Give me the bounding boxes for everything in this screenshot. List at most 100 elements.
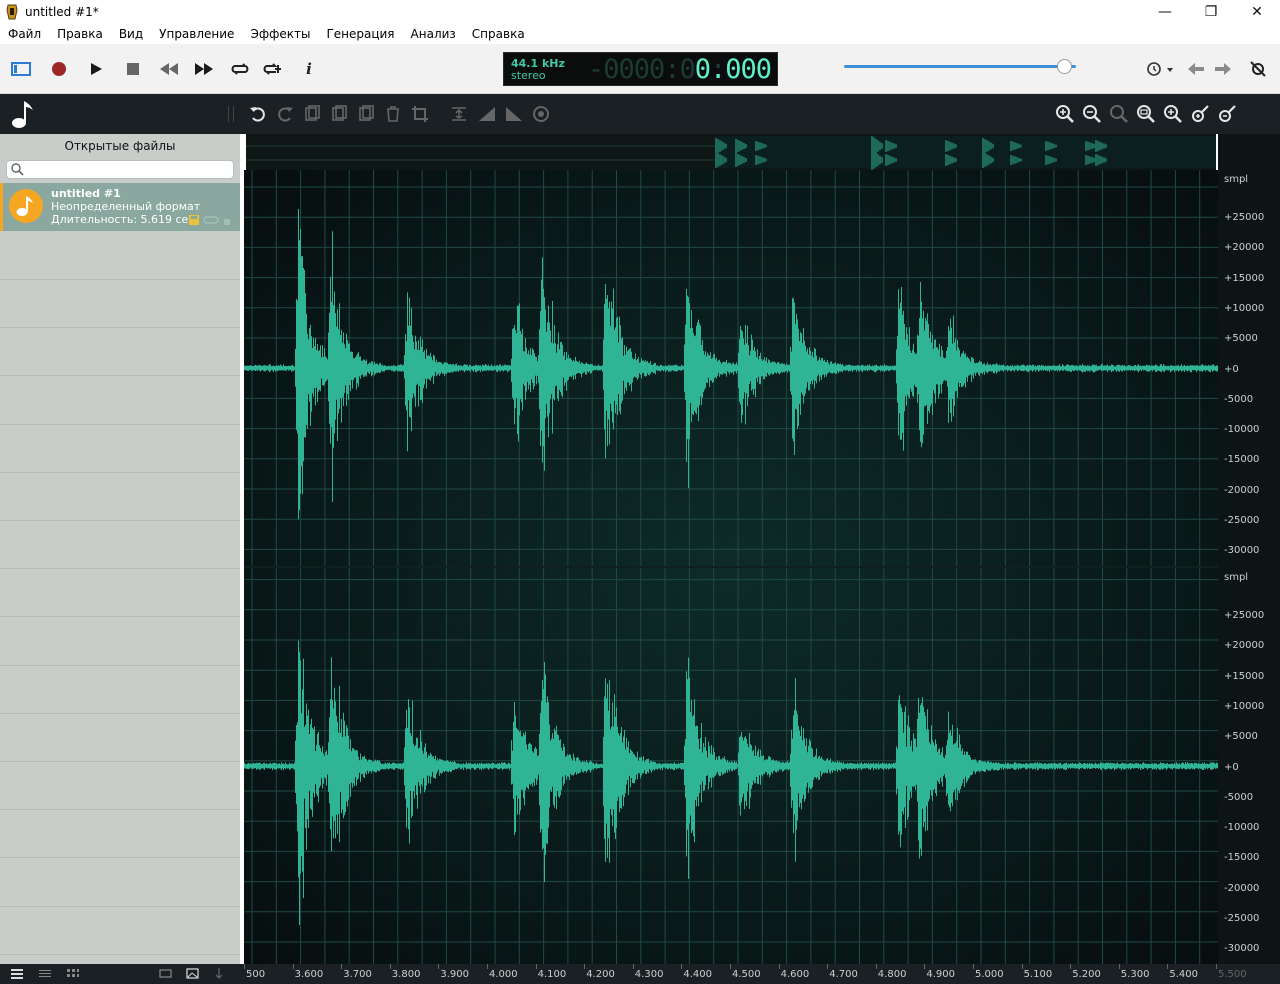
scale-tick-label: -10000 [1224,424,1260,436]
timeline-tick [1021,964,1023,969]
fade-in-button[interactable] [476,103,498,125]
timeline-tick-label: 3.700 [343,969,372,980]
timeline-tick [389,964,391,969]
scale-tick-label: -15000 [1224,852,1260,864]
play-button[interactable] [83,56,109,82]
waveform-view[interactable] [244,170,1218,964]
crop-button[interactable] [409,103,431,125]
timeline-tick-label: 500 [246,969,266,980]
zoom-fit-button[interactable] [1108,103,1130,125]
maximize-button[interactable]: ❐ [1188,0,1234,24]
timeline-tick [1070,964,1072,969]
menu-file[interactable]: Файл [2,27,47,41]
scale-tick-label: -20000 [1224,882,1260,894]
delete-button[interactable] [382,103,404,125]
stop-button[interactable] [120,56,146,82]
file-list-row-divider [0,568,240,569]
timeline-tick-label: 4.800 [877,969,907,980]
zoom-out-button[interactable] [1081,103,1103,125]
scale-tick-label: +15000 [1224,272,1265,284]
undo-button[interactable] [247,103,269,125]
menu-control[interactable]: Управление [153,27,240,41]
file-list-row-divider [0,616,240,617]
rewind-button[interactable] [156,56,182,82]
menu-help[interactable]: Справка [466,27,531,41]
link-files-icon[interactable] [159,968,172,979]
view-toggle-icon [11,62,31,76]
file-list-item[interactable]: untitled #1 Неопределенный формат Длител… [0,183,240,231]
stop-icon [127,63,139,75]
settings-off-button[interactable] [1245,56,1271,82]
timeline-tick [341,964,343,969]
zoom-fit-icon [1110,105,1128,123]
view-toggle-button[interactable] [8,56,34,82]
waveform-overview[interactable] [246,134,1216,170]
waveform-canvas [244,170,1218,964]
forward-button[interactable] [1210,56,1236,82]
zoom-in-button[interactable] [1054,103,1076,125]
compact-list-icon[interactable] [39,968,51,979]
menu-edit[interactable]: Правка [51,27,109,41]
file-list-row-divider [0,279,240,280]
overview-viewport[interactable] [716,136,1216,168]
fast-forward-button[interactable] [191,56,217,82]
current-time: 0.000 [694,54,772,85]
timeline-tick-label: 4.300 [634,969,664,980]
scale-tick-label: +0 [1224,761,1239,773]
paste-button[interactable] [355,103,377,125]
menu-analyze[interactable]: Анализ [405,27,462,41]
file-list-row-divider [0,472,240,473]
file-format: Неопределенный формат [51,200,201,213]
scale-tick-label: +15000 [1224,670,1265,682]
open-files-header: Открытые файлы [64,139,176,153]
menu-view[interactable]: Вид [113,27,149,41]
zoom-selection-button[interactable] [1135,103,1157,125]
redo-button[interactable] [274,103,296,125]
zoom-vertical-out-button[interactable] [1216,103,1238,125]
zoom-all-button[interactable] [1162,103,1184,125]
title-bar: untitled #1* — ❐ ✕ [0,0,1280,24]
fade-in-icon [479,107,495,121]
sort-icon[interactable] [216,968,226,979]
timeline-tick-label: 3.900 [440,969,470,980]
volume-slider-track[interactable] [844,65,1076,68]
zoom-vertical-in-button[interactable] [1189,103,1211,125]
effect-button[interactable] [530,103,552,125]
timeline-tick [1167,964,1169,969]
timeline-tick-label: 5.400 [1169,969,1199,980]
file-list-row-divider [0,857,240,858]
close-button[interactable]: ✕ [1234,0,1280,24]
loop-selection-button[interactable] [259,56,285,82]
image-icon[interactable] [186,968,199,979]
file-list-row-divider [0,809,240,810]
minimize-button[interactable]: — [1142,0,1188,24]
scale-tick-label: -30000 [1224,943,1260,955]
fade-out-icon [506,107,522,121]
history-button[interactable] [1142,56,1176,82]
record-button[interactable] [46,56,72,82]
scale-tick-label: -10000 [1224,822,1260,834]
timeline-tick [875,964,877,969]
loop-button[interactable] [227,56,253,82]
cut-button[interactable] [301,103,323,125]
back-button[interactable] [1183,56,1209,82]
list-view-icon[interactable] [11,968,23,979]
copy-icon [332,105,347,121]
app-logo-icon [6,4,18,20]
normalize-button[interactable] [448,103,470,125]
file-list-row-divider [0,906,240,907]
timeline-tick-label: 3.800 [391,969,421,980]
fade-out-button[interactable] [503,103,525,125]
menu-generate[interactable]: Генерация [320,27,400,41]
timeline-tick-label: 3.600 [294,969,324,980]
music-note-logo-icon [12,101,33,128]
menu-effects[interactable]: Эффекты [244,27,316,41]
lock-icon [224,219,230,225]
info-button[interactable]: i [296,56,322,82]
timeline-tick-label: 5.500 [1218,969,1247,980]
copy-button[interactable] [328,103,350,125]
scale-tick-label: -30000 [1224,545,1260,557]
overview-waveform [246,136,1216,170]
grid-view-icon[interactable] [67,968,79,979]
file-search-input[interactable] [6,160,234,179]
